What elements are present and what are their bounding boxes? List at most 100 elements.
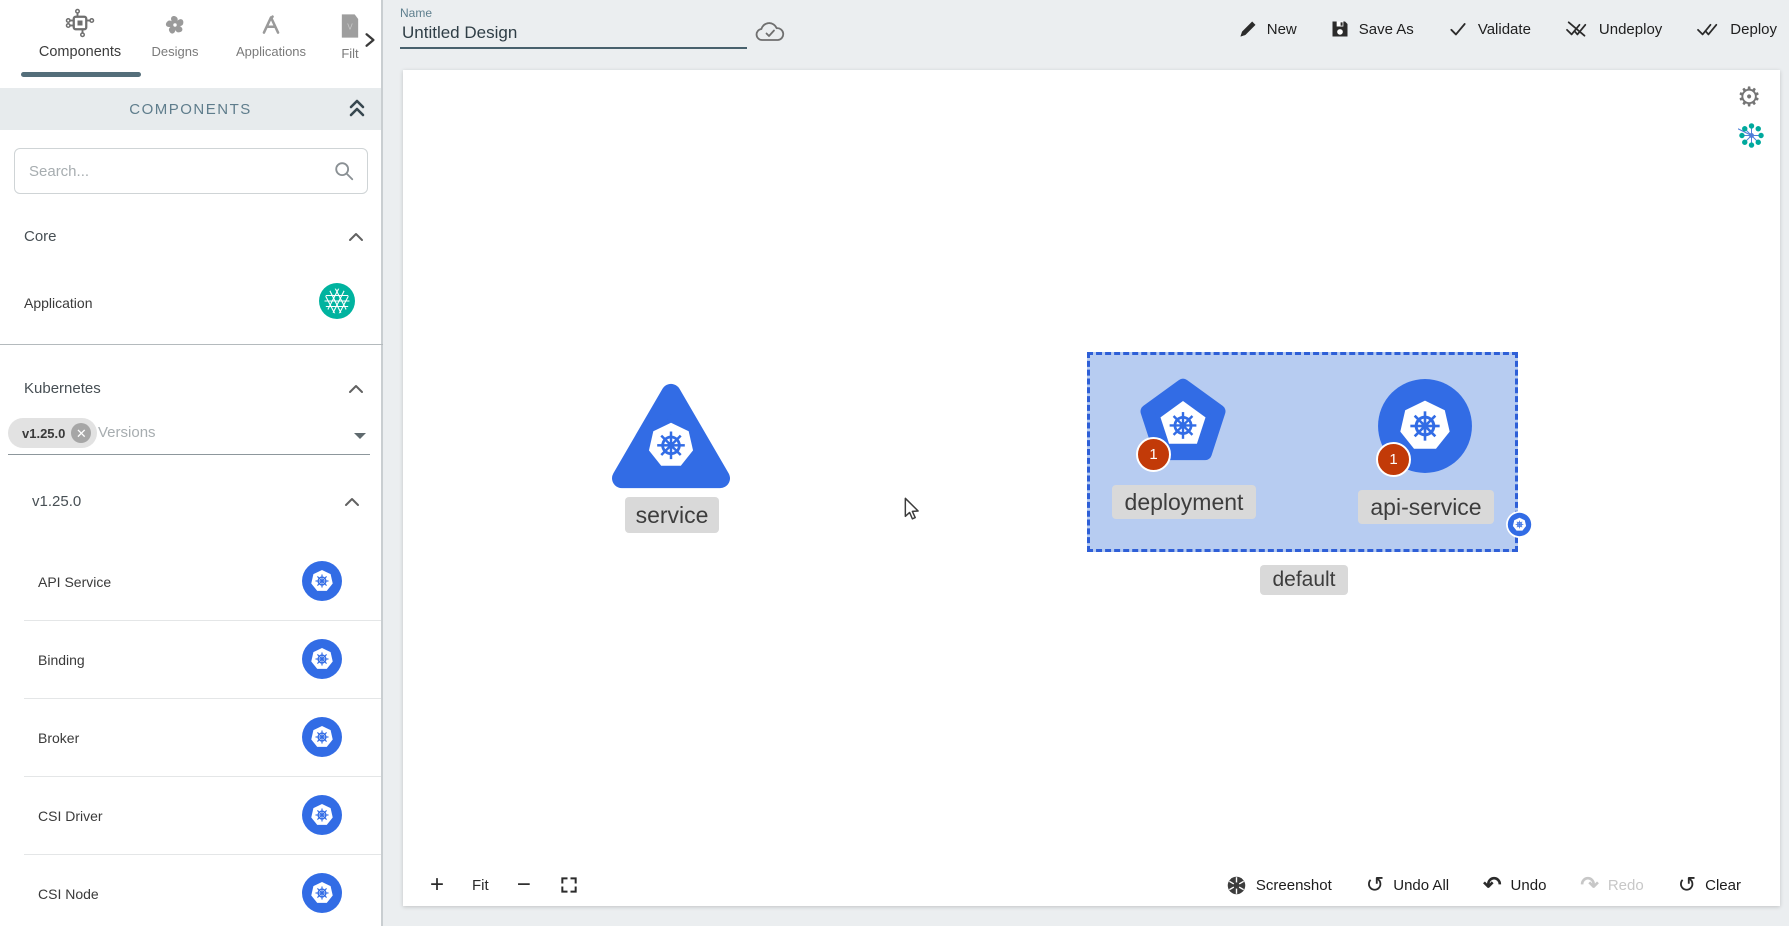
kubernetes-icon[interactable] [302,561,342,601]
app-window: Components Designs [0,0,1789,926]
component-item[interactable]: Binding [38,652,85,668]
kubernetes-icon[interactable] [302,795,342,835]
save-icon [1330,19,1350,39]
zoom-out-button[interactable]: − [517,873,531,897]
version-chip-label: v1.25.0 [22,426,65,441]
section-divider [0,344,383,345]
name-field-underline [400,47,747,49]
check-icon [1447,19,1469,39]
versions-select-placeholder[interactable]: Versions [98,424,156,441]
pencil-icon [1238,19,1258,39]
clear-button[interactable]: ↺ Clear [1678,874,1741,896]
tab-label: Filt [341,46,358,61]
button-label: Screenshot [1256,877,1332,894]
tab-designs[interactable]: Designs [135,12,215,59]
button-label: Undo [1511,877,1547,894]
undo-icon: ↶ [1483,874,1501,896]
chip-remove-icon[interactable]: ✕ [71,423,91,443]
svg-text:V: V [347,23,353,32]
tabs-scroll-right-icon[interactable] [363,32,377,48]
new-button[interactable]: New [1238,19,1297,39]
panel-title: COMPONENTS [129,101,252,118]
undeploy-button[interactable]: Undeploy [1564,19,1662,39]
undo-all-icon: ↺ [1366,874,1384,896]
mouse-cursor [901,497,923,521]
tab-label: Components [39,44,121,60]
filters-icon: V [338,12,362,40]
deploy-button[interactable]: Deploy [1695,19,1777,39]
cluster-toggle-icon[interactable] [1738,122,1765,149]
designs-icon [162,12,188,38]
shutter-icon [1226,875,1247,896]
button-label: Clear [1705,877,1741,894]
section-title-kubernetes: Kubernetes [24,380,101,397]
design-name-field[interactable] [400,22,745,44]
core-collapse-icon[interactable] [348,232,364,242]
kubernetes-icon[interactable] [302,717,342,757]
button-label: Redo [1608,877,1644,894]
version-collapse-icon[interactable] [344,497,360,507]
row-divider [24,776,381,777]
tab-components[interactable]: Components [20,8,140,60]
node-label-service[interactable]: service [625,497,719,533]
redo-button[interactable]: ↷ Redo [1580,874,1643,896]
row-divider [24,698,381,699]
button-label: Save As [1359,21,1414,38]
button-label: Deploy [1730,21,1777,38]
node-label-deployment[interactable]: deployment [1112,485,1256,519]
kubernetes-collapse-icon[interactable] [348,384,364,394]
validate-button[interactable]: Validate [1447,19,1531,39]
active-tab-underline [21,72,141,77]
button-label: Undo All [1393,877,1449,894]
group-label-default[interactable]: default [1260,565,1348,595]
node-label-api-service[interactable]: api-service [1358,490,1494,524]
undo-button[interactable]: ↶ Undo [1483,874,1546,896]
tab-label: Applications [236,44,306,59]
search-icon[interactable] [333,160,355,182]
tab-applications[interactable]: Applications [225,12,317,59]
fullscreen-icon[interactable] [559,875,579,895]
canvas-settings-gear-icon[interactable]: ⚙ [1737,84,1761,111]
fit-button[interactable]: Fit [472,877,489,894]
button-label: Undeploy [1599,21,1662,38]
version-chip[interactable]: v1.25.0 ✕ [8,418,97,448]
section-title-core: Core [24,228,57,245]
double-check-slash-icon [1564,19,1590,39]
group-kubernetes-icon[interactable] [1506,511,1533,538]
button-label: Validate [1478,21,1531,38]
component-item-application[interactable]: Application [24,295,93,311]
clear-icon: ↺ [1678,874,1696,896]
versions-select-underline [8,454,370,455]
components-icon [65,8,95,38]
redo-icon: ↷ [1580,874,1598,896]
screenshot-button[interactable]: Screenshot [1226,875,1332,896]
applications-icon [258,12,284,38]
kubernetes-icon[interactable] [302,873,342,913]
node-service-icon[interactable] [612,380,730,490]
deployment-count-badge: 1 [1136,437,1171,472]
kubernetes-icon[interactable] [302,639,342,679]
zoom-in-button[interactable]: + [430,873,444,897]
design-name-input[interactable] [400,22,745,44]
cloud-saved-icon [754,21,786,45]
tab-label: Designs [152,44,199,59]
collapse-all-icon[interactable] [347,97,367,119]
button-label: New [1267,21,1297,38]
zoom-controls: + Fit − [430,862,579,908]
design-name-label: Name [400,6,432,20]
search-input[interactable] [27,162,333,181]
history-controls: Screenshot ↺ Undo All ↶ Undo ↷ Redo ↺ Cl… [1226,862,1741,908]
drawer-tabs: Components Designs [0,0,381,88]
versions-dropdown-icon[interactable] [354,433,366,439]
component-item[interactable]: CSI Driver [38,808,103,824]
section-title-version: v1.25.0 [32,493,81,510]
save-as-button[interactable]: Save As [1330,19,1414,39]
meshery-application-icon[interactable] [319,283,355,319]
undo-all-button[interactable]: ↺ Undo All [1366,874,1449,896]
component-search[interactable] [14,148,368,194]
component-item[interactable]: CSI Node [38,886,99,902]
design-actions: New Save As Validate Undeploy [1238,0,1777,58]
component-item[interactable]: API Service [38,574,111,590]
component-item[interactable]: Broker [38,730,79,746]
row-divider [24,854,381,855]
